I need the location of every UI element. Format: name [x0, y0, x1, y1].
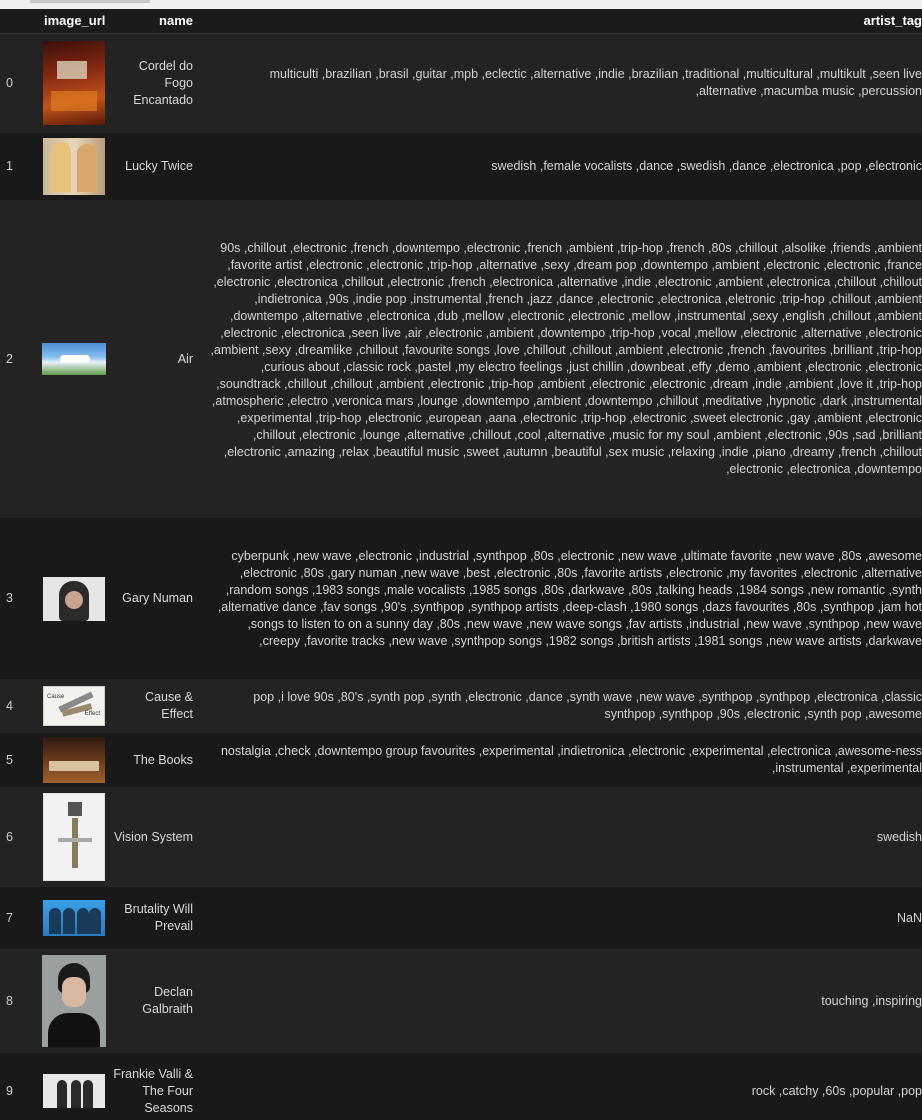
- table-row: 1 Lucky Twice swedish ,female vocalists …: [0, 133, 922, 200]
- landscape-image: [42, 343, 106, 375]
- artist-name: Cause & Effect: [110, 679, 202, 733]
- row-index: 2: [0, 200, 38, 518]
- artist-tags: 90s ,chillout ,electronic ,french ,downt…: [202, 200, 922, 518]
- image-cell: [38, 1053, 110, 1120]
- row-index: 3: [0, 518, 38, 679]
- artist-tags: touching ,inspiring: [202, 949, 922, 1053]
- artist-tags: nostalgia ,check ,downtempo group favour…: [202, 733, 922, 787]
- artist-name: Gary Numan: [110, 518, 202, 679]
- table-row: 8 Declan Galbraith touching ,inspiring: [0, 949, 922, 1053]
- column-header-artist-tag[interactable]: artist_tag: [202, 9, 922, 34]
- artist-photo-image: [43, 138, 105, 195]
- column-header-image-url[interactable]: image_url: [38, 9, 110, 34]
- album-cover-image: [43, 41, 105, 126]
- image-cell: Cause Effect: [38, 679, 110, 733]
- artist-tags: cyberpunk ,new wave ,electronic ,industr…: [202, 518, 922, 679]
- artist-name: Vision System: [110, 787, 202, 887]
- row-index: 1: [0, 133, 38, 200]
- header-row: image_url name artist_tag: [0, 9, 922, 34]
- image-cell: [38, 733, 110, 787]
- image-cell: [38, 133, 110, 200]
- table-row: 4 Cause Effect Cause & Effect pop ,i love…: [0, 679, 922, 733]
- table-row: 0 Cordel do Fogo Encantado multiculti ,b…: [0, 33, 922, 133]
- sculpture-image: [43, 793, 105, 881]
- dataframe-table: image_url name artist_tag 0 Cordel do Fo…: [0, 9, 922, 1120]
- artist-name: Declan Galbraith: [110, 949, 202, 1053]
- image-cell: [38, 200, 110, 518]
- artist-tags: rock ,catchy ,60s ,popular ,pop: [202, 1053, 922, 1120]
- row-index: 8: [0, 949, 38, 1053]
- row-index: 6: [0, 787, 38, 887]
- strip-mark: [30, 0, 150, 3]
- image-cell: [38, 949, 110, 1053]
- artist-tags: NaN: [202, 887, 922, 949]
- table-row: 6 Vision System swedish: [0, 787, 922, 887]
- artist-photo-image: [43, 576, 105, 621]
- artist-name: Cordel do Fogo Encantado: [110, 33, 202, 133]
- artist-photo-image: [42, 955, 106, 1047]
- row-index: 9: [0, 1053, 38, 1120]
- toolbar-strip: [0, 0, 922, 9]
- table-row: 7 Brutality Will Prevail NaN: [0, 887, 922, 949]
- artist-name: Air: [110, 200, 202, 518]
- logo-image: Cause Effect: [43, 686, 105, 726]
- image-cell: [38, 787, 110, 887]
- column-header-name[interactable]: name: [110, 9, 202, 34]
- table-row: 9 Frankie Valli & The Four Seasons rock …: [0, 1053, 922, 1120]
- artist-tags: swedish: [202, 787, 922, 887]
- table-row: 3 Gary Numan cyberpunk ,new wave ,electr…: [0, 518, 922, 679]
- table-row: 5 The Books nostalgia ,check ,downtempo …: [0, 733, 922, 787]
- image-cell: [38, 33, 110, 133]
- image-cell: [38, 518, 110, 679]
- row-index: 4: [0, 679, 38, 733]
- row-index: 5: [0, 733, 38, 787]
- artist-name: The Books: [110, 733, 202, 787]
- artist-tags: pop ,i love 90s ,80's ,synth pop ,synth …: [202, 679, 922, 733]
- artist-name: Frankie Valli & The Four Seasons: [110, 1053, 202, 1120]
- band-photo-image: [43, 900, 105, 936]
- artist-tags: swedish ,female vocalists ,dance ,swedis…: [202, 133, 922, 200]
- artist-name: Brutality Will Prevail: [110, 887, 202, 949]
- row-index: 7: [0, 887, 38, 949]
- row-index: 0: [0, 33, 38, 133]
- index-header: [0, 9, 38, 34]
- artist-tags: multiculti ,brazilian ,brasil ,guitar ,m…: [202, 33, 922, 133]
- books-image: [43, 737, 105, 783]
- group-photo-image: [43, 1074, 105, 1108]
- image-cell: [38, 887, 110, 949]
- table-row: 2 Air 90s ,chillout ,electronic ,french …: [0, 200, 922, 518]
- artist-name: Lucky Twice: [110, 133, 202, 200]
